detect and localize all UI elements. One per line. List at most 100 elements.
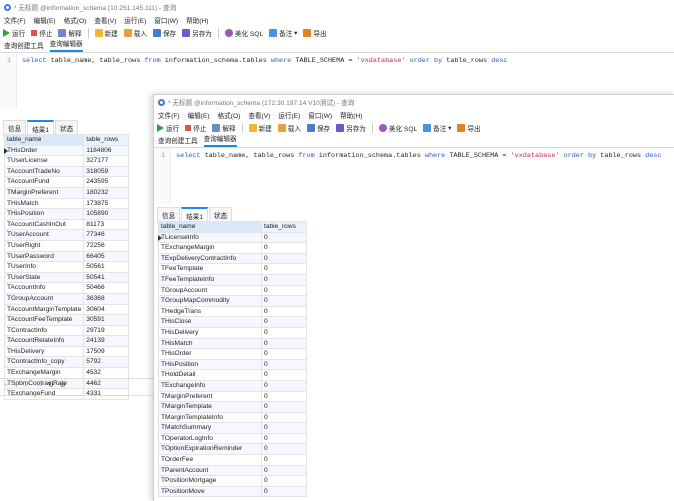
cell-table-rows[interactable]: 0	[261, 401, 307, 413]
cell-table-name[interactable]: THisDelivery	[3, 345, 85, 358]
table-row[interactable]: TMarginTemplateInfo 0	[158, 411, 307, 424]
cell-table-name[interactable]: TAccountCashInOut	[3, 218, 85, 231]
cell-table-name[interactable]: THedgeTrans	[158, 305, 262, 318]
cell-table-rows[interactable]: 1184806	[83, 144, 130, 157]
menu-edit[interactable]: 编辑(E)	[34, 15, 56, 25]
table-row[interactable]: THisPosition 105890	[3, 208, 130, 220]
cell-table-rows[interactable]: 0	[261, 432, 307, 445]
run-button[interactable]: 运行	[157, 123, 179, 133]
cross-icon[interactable]: ✕	[36, 381, 42, 389]
table-row[interactable]: TAccountTradeNo 318059	[3, 165, 130, 178]
cell-table-name[interactable]: TExpDeliveryContractInfo	[158, 252, 262, 265]
table-row[interactable]: THisOrder 0	[158, 348, 307, 360]
menu-help[interactable]: 帮助(H)	[340, 110, 362, 120]
cell-table-name[interactable]: TExchangeMargin	[3, 367, 85, 379]
cell-table-name[interactable]: TMarginTemplateInfo	[158, 411, 262, 424]
cell-table-rows[interactable]: 0	[261, 464, 307, 477]
table-row[interactable]: TOrderFee 0	[158, 454, 307, 466]
cell-table-name[interactable]: TAccountRelateInfo	[3, 335, 85, 347]
menu-format[interactable]: 格式(O)	[64, 15, 87, 25]
cell-table-name[interactable]: TExchangeMargin	[158, 242, 262, 254]
cell-table-rows[interactable]: 0	[261, 411, 307, 424]
cell-table-name[interactable]: TAccountFund	[3, 176, 85, 188]
table-row[interactable]: THisOrder 1184806	[3, 144, 130, 157]
cell-table-rows[interactable]: 0	[261, 379, 307, 392]
menu-view[interactable]: 查看(V)	[248, 110, 270, 120]
cell-table-rows[interactable]: 81173	[83, 218, 130, 231]
cell-table-name[interactable]: TMarginTemplate	[158, 401, 262, 413]
cell-table-rows[interactable]: 17509	[83, 345, 130, 358]
cell-table-name[interactable]: TFeeTemplate	[158, 263, 262, 275]
cell-table-name[interactable]: THisDelivery	[158, 326, 262, 339]
menu-help[interactable]: 帮助(H)	[186, 15, 208, 25]
table-row[interactable]: TMarginPreferent 0	[158, 390, 307, 403]
table-row[interactable]: THisClose 0	[158, 316, 307, 328]
menu-run[interactable]: 运行(E)	[278, 110, 300, 120]
save-as-button[interactable]: 另存为	[336, 123, 366, 133]
table-row[interactable]: THoldDetail 0	[158, 369, 307, 381]
cell-table-name[interactable]: TLicenseInfo	[158, 231, 262, 244]
cell-table-rows[interactable]: 173875	[83, 197, 130, 210]
cell-table-name[interactable]: TParentAccount	[158, 464, 262, 477]
menu-window[interactable]: 窗口(W)	[308, 110, 332, 120]
cell-table-rows[interactable]: 0	[261, 475, 307, 487]
table-row[interactable]: TPositionMortgage 0	[158, 475, 307, 487]
table-row[interactable]: TAccountRelateInfo 24139	[3, 335, 130, 347]
column-header-table-rows[interactable]: table_rows	[83, 134, 130, 146]
cell-table-name[interactable]: TUserState	[3, 271, 85, 284]
cell-table-rows[interactable]: 243595	[83, 176, 130, 188]
explain-button[interactable]: 解释	[212, 123, 236, 133]
cell-table-name[interactable]: TOperatorLogInfo	[158, 432, 262, 445]
refresh-icon[interactable]: ↻	[48, 381, 54, 389]
table-row[interactable]: TAccountMarginTemplate 30604	[3, 303, 130, 316]
menu-format[interactable]: 格式(O)	[218, 110, 241, 120]
new-button[interactable]: 新建	[94, 28, 118, 38]
tab-query-editor[interactable]: 查询编辑器	[203, 133, 237, 147]
cell-table-rows[interactable]: 0	[261, 231, 307, 244]
table-row[interactable]: TExchangeMargin 4532	[3, 367, 130, 379]
cell-table-rows[interactable]: 30604	[83, 303, 130, 316]
cell-table-name[interactable]: TUserPassword	[3, 250, 85, 263]
table-row[interactable]: TParentAccount 0	[158, 464, 307, 477]
table-row[interactable]: THisMatch 0	[158, 337, 307, 350]
table-row[interactable]: TOperatorLogInfo 0	[158, 432, 307, 445]
cell-table-name[interactable]: TMarginPreferent	[158, 390, 262, 403]
cell-table-rows[interactable]: 0	[261, 326, 307, 339]
table-row[interactable]: TUserInfo 50561	[3, 261, 130, 273]
table-row[interactable]: TContractInfo_copy 5792	[3, 356, 130, 369]
cell-table-name[interactable]: TAccountFeeTemplate	[3, 314, 85, 326]
menu-view[interactable]: 查看(V)	[94, 15, 116, 25]
cell-table-name[interactable]: TPositionMortgage	[158, 475, 262, 487]
cell-table-name[interactable]: TAccountTradeNo	[3, 165, 85, 178]
cell-table-name[interactable]: TFeeTemplateInfo	[158, 273, 262, 286]
table-row[interactable]: TOptionExpirationReminder 0	[158, 443, 307, 456]
new-button[interactable]: 新建	[248, 123, 272, 133]
cell-table-rows[interactable]: 30591	[83, 314, 130, 326]
menu-file[interactable]: 文件(F)	[4, 15, 26, 25]
sql-code[interactable]: select table_name, table_rows from infor…	[176, 152, 661, 160]
cell-table-rows[interactable]: 0	[261, 242, 307, 254]
table-row[interactable]: THisMatch 173875	[3, 197, 130, 210]
explain-button[interactable]: 解释	[58, 28, 82, 38]
stop-button[interactable]: 停止	[185, 123, 206, 133]
cell-table-rows[interactable]: 24139	[83, 335, 130, 347]
cell-table-name[interactable]: THisPosition	[158, 358, 262, 371]
export-button[interactable]: 导出	[303, 28, 327, 38]
table-row[interactable]: TAccountCashInOut 81173	[3, 218, 130, 231]
cell-table-rows[interactable]: 0	[261, 316, 307, 328]
table-row[interactable]: TFeeTemplate 0	[158, 263, 307, 275]
table-row[interactable]: TUserRight 72256	[3, 239, 130, 252]
cell-table-name[interactable]: TContractInfo_copy	[3, 356, 85, 369]
table-row[interactable]: TLicenseInfo 0	[158, 231, 307, 244]
cell-table-rows[interactable]: 77346	[83, 229, 130, 241]
cell-table-name[interactable]: TMatchSummary	[158, 422, 262, 434]
menu-file[interactable]: 文件(F)	[158, 110, 180, 120]
table-row[interactable]: TUserAccount 77346	[3, 229, 130, 241]
cell-table-name[interactable]: TExchangeInfo	[158, 379, 262, 392]
cell-table-name[interactable]: TUserLicense	[3, 155, 85, 167]
cell-table-name[interactable]: TUserAccount	[3, 229, 85, 241]
table-row[interactable]: THedgeTrans 0	[158, 305, 307, 318]
cell-table-rows[interactable]: 0	[261, 263, 307, 275]
cell-table-rows[interactable]: 0	[261, 358, 307, 371]
cell-table-name[interactable]: THoldDetail	[158, 369, 262, 381]
